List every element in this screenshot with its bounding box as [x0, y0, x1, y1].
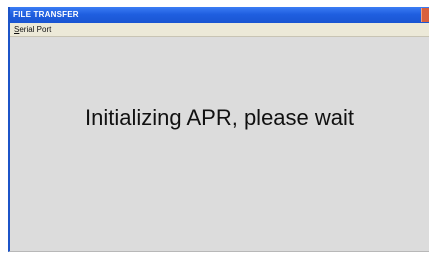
- menu-item-label: erial Port: [19, 25, 52, 34]
- client-area: Initializing APR, please wait: [10, 37, 429, 251]
- file-transfer-window: FILE TRANSFER Serial Port Initializing A…: [8, 7, 429, 252]
- close-button[interactable]: [421, 8, 429, 22]
- window-title: FILE TRANSFER: [13, 10, 79, 19]
- title-bar[interactable]: FILE TRANSFER: [10, 7, 429, 23]
- status-message: Initializing APR, please wait: [84, 105, 355, 130]
- menu-bar: Serial Port: [10, 23, 429, 37]
- menu-item-serial-port[interactable]: Serial Port: [13, 24, 52, 35]
